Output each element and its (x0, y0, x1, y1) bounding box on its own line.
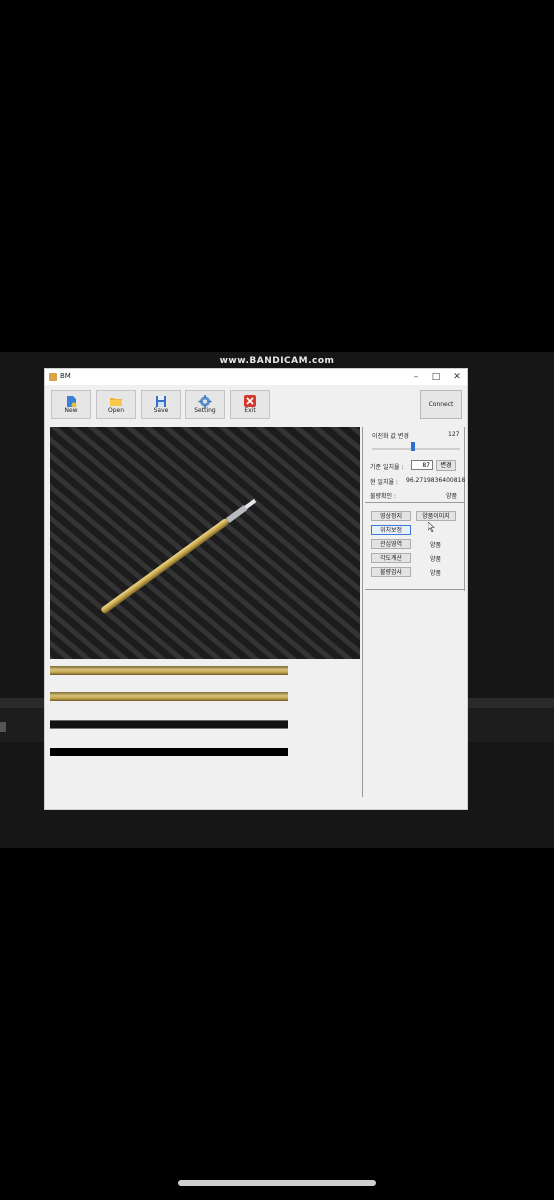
ref-match-label: 기준 일치율 : (370, 464, 404, 471)
panel-border (464, 427, 465, 591)
ref-match-input[interactable]: 87 (411, 460, 433, 470)
setting-button[interactable]: Setting (185, 390, 225, 419)
exit-x-icon (243, 393, 257, 407)
defect-inspect-button[interactable]: 불량검사 (371, 567, 411, 577)
defect-value: 양품 (446, 493, 458, 500)
open-button[interactable]: Open (96, 390, 136, 419)
mouse-cursor-icon (427, 521, 435, 535)
save-button[interactable]: Save (141, 390, 181, 419)
maximize-button[interactable]: □ (427, 371, 445, 383)
result-strip-gray (50, 720, 288, 729)
cur-match-value: 96.2719836400818 (406, 477, 466, 484)
setting-label: Setting (194, 407, 216, 414)
save-label: Save (153, 407, 169, 414)
threshold-label: 이진화 값 변경 (372, 433, 409, 440)
window-title: BM (60, 372, 71, 380)
save-icon (154, 393, 168, 407)
defect-result: 양품 (430, 570, 442, 577)
open-label: Open (107, 407, 125, 414)
defect-label: 불량확인 : (370, 493, 397, 500)
camera-image (50, 427, 360, 659)
gear-icon (198, 393, 212, 408)
app-window: BM – □ ✕ New Open Save Setting Exit Conn… (44, 368, 468, 810)
threshold-slider-thumb[interactable] (411, 442, 416, 451)
new-button[interactable]: New (51, 390, 91, 419)
threshold-value: 127 (448, 431, 460, 438)
threshold-slider[interactable] (372, 448, 460, 450)
result-strip-original (50, 666, 288, 675)
desktop-fragment (0, 722, 6, 732)
position-correct-button[interactable]: 위치보정 (371, 525, 411, 535)
panel-separator (365, 589, 465, 590)
result-strip-corrected (50, 692, 288, 701)
recording-watermark: www.BANDICAM.com (219, 356, 335, 366)
angle-result: 양품 (430, 556, 442, 563)
minimize-button[interactable]: – (407, 371, 425, 383)
cur-match-label: 현 일치율 : (370, 479, 398, 486)
app-icon (49, 373, 57, 381)
change-button[interactable]: 변경 (436, 460, 456, 471)
good-image-button[interactable]: 양품이미지 (416, 511, 456, 521)
exit-label: Exit (244, 407, 256, 414)
angle-calc-button[interactable]: 각도계산 (371, 553, 411, 563)
panel-separator (365, 502, 465, 503)
new-file-icon (64, 393, 78, 408)
panel-divider (362, 427, 363, 797)
exit-button[interactable]: Exit (230, 390, 270, 419)
home-indicator (178, 1180, 376, 1186)
title-bar: BM – □ ✕ (45, 369, 467, 385)
new-label: New (64, 407, 78, 414)
roi-result: 양품 (430, 542, 442, 549)
close-button[interactable]: ✕ (448, 371, 466, 383)
video-stop-button[interactable]: 영상정지 (371, 511, 411, 521)
roi-button[interactable]: 관심영역 (371, 539, 411, 549)
connect-button[interactable]: Connect (420, 390, 462, 419)
folder-icon (109, 393, 123, 406)
result-strip-binary (50, 748, 288, 756)
